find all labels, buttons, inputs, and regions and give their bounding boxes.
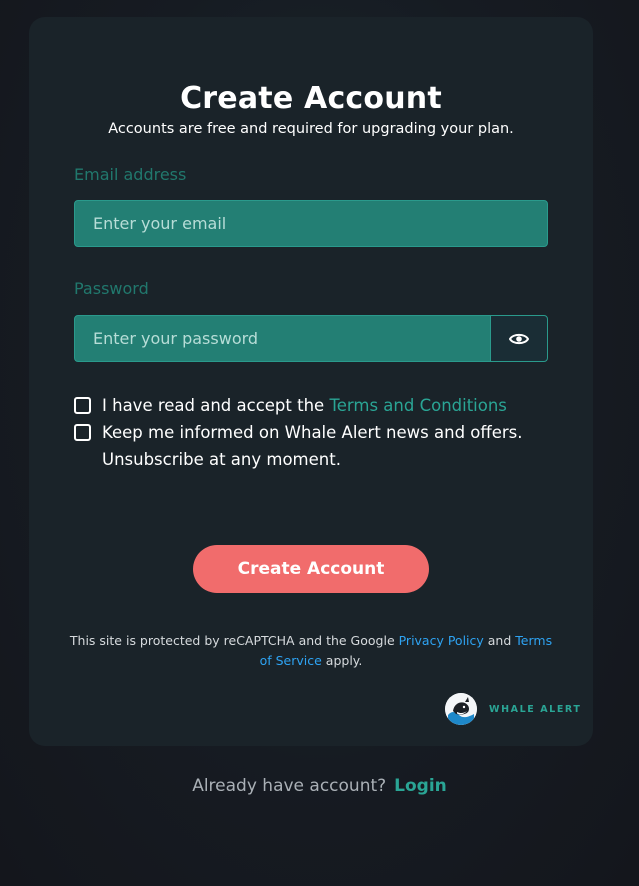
terms-and-conditions-link[interactable]: Terms and Conditions: [329, 396, 506, 415]
whale-alert-logo-icon: [445, 693, 477, 725]
already-have-account-text: Already have account?: [192, 776, 387, 796]
email-input[interactable]: [74, 200, 548, 247]
recaptcha-apply: apply.: [321, 653, 363, 668]
password-label: Password: [74, 279, 149, 298]
terms-text: I have read and accept the: [102, 396, 330, 415]
recaptcha-text: This site is protected by reCAPTCHA and …: [69, 633, 399, 648]
newsletter-text-line2: Unsubscribe at any moment.: [102, 450, 341, 469]
terms-of-service-link-part2[interactable]: of Service: [260, 653, 322, 668]
newsletter-text-line1: Keep me informed on Whale Alert news and…: [102, 423, 523, 442]
recaptcha-and: and: [483, 633, 516, 648]
page-title: Create Account: [180, 81, 442, 116]
create-account-button[interactable]: Create Account: [193, 545, 429, 593]
brand: WHALE ALERT: [445, 693, 582, 725]
signup-card: Create Account Accounts are free and req…: [29, 17, 593, 746]
newsletter-checkbox[interactable]: [74, 424, 91, 441]
email-label: Email address: [74, 165, 187, 184]
password-input[interactable]: [74, 315, 491, 362]
privacy-policy-link[interactable]: Privacy Policy: [399, 633, 484, 648]
terms-checkbox-row: I have read and accept the Terms and Con…: [74, 392, 507, 419]
recaptcha-notice: This site is protected by reCAPTCHA and …: [69, 631, 553, 671]
terms-checkbox[interactable]: [74, 397, 91, 414]
newsletter-checkbox-row: Keep me informed on Whale Alert news and…: [74, 419, 523, 473]
newsletter-checkbox-label: Keep me informed on Whale Alert news and…: [102, 419, 523, 473]
toggle-password-visibility-button[interactable]: [490, 315, 548, 362]
page-subtitle: Accounts are free and required for upgra…: [108, 121, 514, 137]
terms-of-service-link-part1[interactable]: Terms: [515, 633, 552, 648]
login-prompt: Already have account? Login: [0, 776, 639, 796]
login-link[interactable]: Login: [394, 776, 447, 796]
eye-icon: [509, 333, 529, 344]
brand-name: WHALE ALERT: [489, 703, 582, 715]
terms-checkbox-label: I have read and accept the Terms and Con…: [102, 392, 507, 419]
